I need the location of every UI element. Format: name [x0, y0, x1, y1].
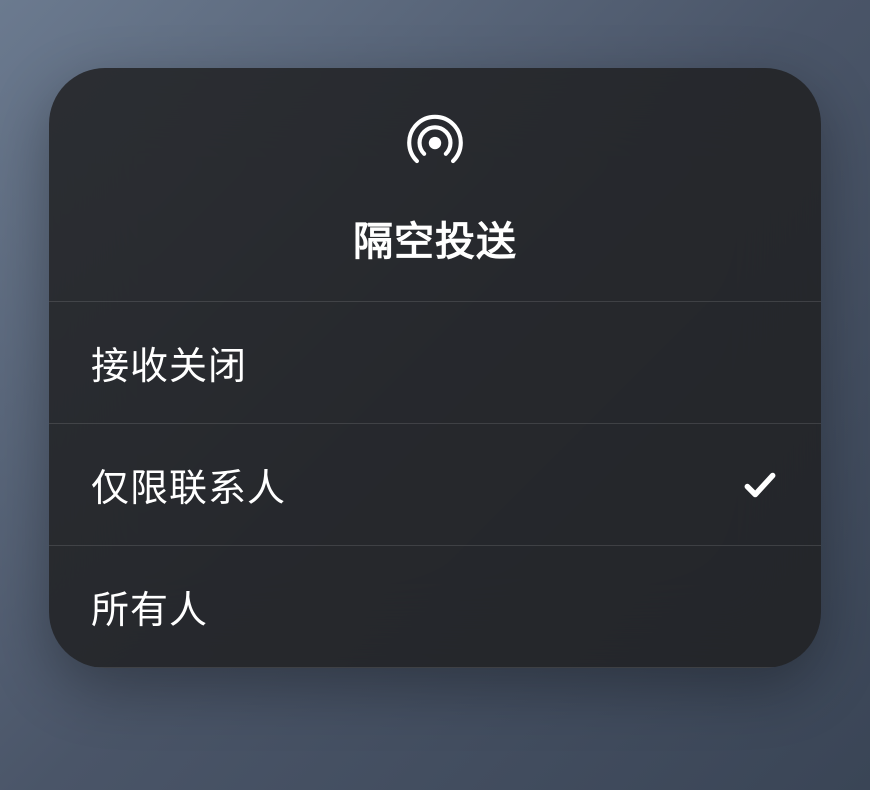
option-label: 仅限联系人 [91, 457, 286, 512]
option-label: 接收关闭 [91, 335, 247, 390]
option-everyone[interactable]: 所有人 [49, 546, 821, 668]
airdrop-panel: 隔空投送 接收关闭 仅限联系人 所有人 [49, 68, 821, 668]
option-receiving-off[interactable]: 接收关闭 [49, 302, 821, 424]
option-label: 所有人 [91, 579, 208, 634]
panel-title: 隔空投送 [353, 209, 517, 267]
panel-header: 隔空投送 [49, 68, 821, 302]
checkmark-icon [741, 466, 779, 504]
airdrop-icon [402, 110, 468, 181]
option-contacts-only[interactable]: 仅限联系人 [49, 424, 821, 546]
options-list: 接收关闭 仅限联系人 所有人 [49, 302, 821, 668]
